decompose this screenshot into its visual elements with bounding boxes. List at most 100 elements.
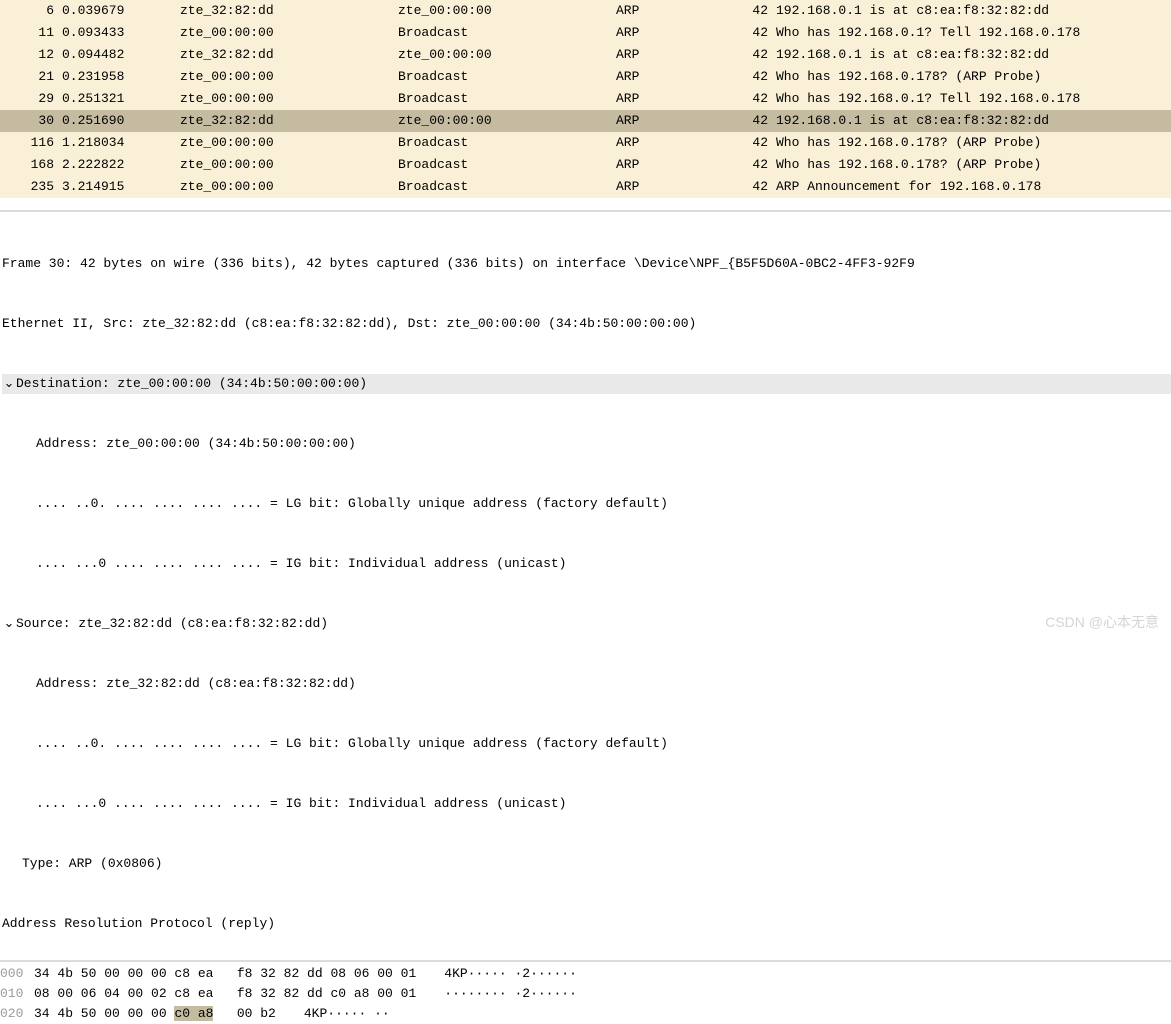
packet-cell-info: 192.168.0.1 is at c8:ea:f8:32:82:dd (772, 44, 1171, 66)
eth-type[interactable]: Type: ARP (0x0806) (2, 854, 1171, 874)
eth-source-lg-bit[interactable]: .... ..0. .... .... .... .... = LG bit: … (2, 734, 1171, 754)
packet-cell-protocol: ARP (612, 88, 720, 110)
packet-cell-protocol: ARP (612, 176, 720, 198)
packet-cell-no: 235 (0, 176, 58, 198)
packet-cell-time: 2.222822 (58, 154, 176, 176)
packet-row[interactable]: 120.094482zte_32:82:ddzte_00:00:00ARP421… (0, 44, 1171, 66)
packet-cell-destination: Broadcast (394, 88, 612, 110)
packet-cell-no: 168 (0, 154, 58, 176)
packet-cell-info: ARP Announcement for 192.168.0.178 (772, 176, 1171, 198)
caret-down-icon[interactable]: ⌄ (2, 374, 16, 394)
packet-cell-source: zte_00:00:00 (176, 132, 394, 154)
packet-row[interactable]: 110.093433zte_00:00:00BroadcastARP42Who … (0, 22, 1171, 44)
packet-cell-length: 42 (720, 88, 772, 110)
packet-cell-destination: zte_00:00:00 (394, 0, 612, 22)
packet-cell-time: 0.094482 (58, 44, 176, 66)
packet-cell-length: 42 (720, 176, 772, 198)
packet-details-pane[interactable]: Frame 30: 42 bytes on wire (336 bits), 4… (0, 214, 1171, 954)
packet-cell-time: 0.251690 (58, 110, 176, 132)
packet-cell-time: 0.093433 (58, 22, 176, 44)
packet-cell-source: zte_00:00:00 (176, 154, 394, 176)
packet-cell-time: 1.218034 (58, 132, 176, 154)
frame-summary[interactable]: Frame 30: 42 bytes on wire (336 bits), 4… (2, 254, 1171, 274)
packet-cell-info: Who has 192.168.0.178? (ARP Probe) (772, 154, 1171, 176)
packet-cell-protocol: ARP (612, 0, 720, 22)
packet-cell-info: Who has 192.168.0.1? Tell 192.168.0.178 (772, 88, 1171, 110)
packet-cell-destination: zte_00:00:00 (394, 44, 612, 66)
hex-bytes[interactable]: 34 4b 50 00 00 00 c0 a8 00 b2 (34, 1004, 276, 1024)
packet-cell-source: zte_00:00:00 (176, 88, 394, 110)
packet-cell-protocol: ARP (612, 132, 720, 154)
hex-offset: 020 (0, 1004, 34, 1024)
packet-cell-length: 42 (720, 110, 772, 132)
packet-cell-info: 192.168.0.1 is at c8:ea:f8:32:82:dd (772, 0, 1171, 22)
hex-row[interactable]: 00034 4b 50 00 00 00 c8 ea f8 32 82 dd 0… (0, 964, 1171, 984)
packet-cell-info: 192.168.0.1 is at c8:ea:f8:32:82:dd (772, 110, 1171, 132)
packet-cell-source: zte_32:82:dd (176, 44, 394, 66)
eth-destination-header[interactable]: ⌄Destination: zte_00:00:00 (34:4b:50:00:… (2, 374, 1171, 394)
eth-destination-ig-bit[interactable]: .... ...0 .... .... .... .... = IG bit: … (2, 554, 1171, 574)
packet-cell-info: Who has 192.168.0.178? (ARP Probe) (772, 66, 1171, 88)
eth-source-address[interactable]: Address: zte_32:82:dd (c8:ea:f8:32:82:dd… (2, 674, 1171, 694)
hex-ascii: 4KP····· ·2······ (444, 964, 577, 984)
packet-cell-source: zte_00:00:00 (176, 66, 394, 88)
packet-cell-length: 42 (720, 154, 772, 176)
packet-cell-destination: Broadcast (394, 176, 612, 198)
packet-cell-destination: zte_00:00:00 (394, 110, 612, 132)
packet-cell-source: zte_32:82:dd (176, 0, 394, 22)
packet-cell-no: 12 (0, 44, 58, 66)
packet-cell-destination: Broadcast (394, 22, 612, 44)
hex-row[interactable]: 02034 4b 50 00 00 00 c0 a8 00 b2 4KP·····… (0, 1004, 1171, 1024)
packet-cell-length: 42 (720, 0, 772, 22)
packet-row[interactable]: 2353.214915zte_00:00:00BroadcastARP42ARP… (0, 176, 1171, 198)
packet-cell-no: 11 (0, 22, 58, 44)
pane-separator-1[interactable] (0, 210, 1171, 212)
hex-dump-pane[interactable]: 00034 4b 50 00 00 00 c8 ea f8 32 82 dd 0… (0, 960, 1171, 1024)
packet-cell-protocol: ARP (612, 110, 720, 132)
arp-summary[interactable]: Address Resolution Protocol (reply) (2, 914, 1171, 934)
packet-cell-source: zte_00:00:00 (176, 176, 394, 198)
packet-cell-length: 42 (720, 66, 772, 88)
packet-row[interactable]: 60.039679zte_32:82:ddzte_00:00:00ARP4219… (0, 0, 1171, 22)
eth-source-ig-bit[interactable]: .... ...0 .... .... .... .... = IG bit: … (2, 794, 1171, 814)
hex-ascii: ········ ·2······ (444, 984, 577, 1004)
eth-destination-address[interactable]: Address: zte_00:00:00 (34:4b:50:00:00:00… (2, 434, 1171, 454)
caret-down-icon[interactable]: ⌄ (2, 614, 16, 634)
packet-cell-protocol: ARP (612, 44, 720, 66)
packet-cell-info: Who has 192.168.0.1? Tell 192.168.0.178 (772, 22, 1171, 44)
packet-cell-length: 42 (720, 44, 772, 66)
packet-cell-time: 0.251321 (58, 88, 176, 110)
packet-row[interactable]: 300.251690zte_32:82:ddzte_00:00:00ARP421… (0, 110, 1171, 132)
packet-cell-no: 30 (0, 110, 58, 132)
hex-bytes[interactable]: 34 4b 50 00 00 00 c8 ea f8 32 82 dd 08 0… (34, 964, 416, 984)
packet-cell-protocol: ARP (612, 154, 720, 176)
packet-cell-source: zte_32:82:dd (176, 110, 394, 132)
packet-cell-source: zte_00:00:00 (176, 22, 394, 44)
hex-offset: 000 (0, 964, 34, 984)
hex-ascii: 4KP····· ·· (304, 1004, 390, 1024)
packet-cell-time: 0.231958 (58, 66, 176, 88)
packet-cell-no: 6 (0, 0, 58, 22)
packet-row[interactable]: 290.251321zte_00:00:00BroadcastARP42Who … (0, 88, 1171, 110)
packet-cell-no: 116 (0, 132, 58, 154)
packet-cell-destination: Broadcast (394, 66, 612, 88)
packet-cell-destination: Broadcast (394, 154, 612, 176)
packet-cell-info: Who has 192.168.0.178? (ARP Probe) (772, 132, 1171, 154)
hex-bytes[interactable]: 08 00 06 04 00 02 c8 ea f8 32 82 dd c0 a… (34, 984, 416, 1004)
packet-list[interactable]: 60.039679zte_32:82:ddzte_00:00:00ARP4219… (0, 0, 1171, 198)
packet-cell-time: 0.039679 (58, 0, 176, 22)
eth-destination-lg-bit[interactable]: .... ..0. .... .... .... .... = LG bit: … (2, 494, 1171, 514)
packet-cell-no: 29 (0, 88, 58, 110)
packet-row[interactable]: 210.231958zte_00:00:00BroadcastARP42Who … (0, 66, 1171, 88)
ethernet-summary[interactable]: Ethernet II, Src: zte_32:82:dd (c8:ea:f8… (2, 314, 1171, 334)
eth-source-header[interactable]: ⌄Source: zte_32:82:dd (c8:ea:f8:32:82:dd… (2, 614, 1171, 634)
packet-cell-no: 21 (0, 66, 58, 88)
packet-cell-protocol: ARP (612, 66, 720, 88)
packet-cell-time: 3.214915 (58, 176, 176, 198)
hex-row[interactable]: 01008 00 06 04 00 02 c8 ea f8 32 82 dd c… (0, 984, 1171, 1004)
packet-cell-protocol: ARP (612, 22, 720, 44)
packet-cell-destination: Broadcast (394, 132, 612, 154)
packet-row[interactable]: 1161.218034zte_00:00:00BroadcastARP42Who… (0, 132, 1171, 154)
packet-cell-length: 42 (720, 132, 772, 154)
packet-row[interactable]: 1682.222822zte_00:00:00BroadcastARP42Who… (0, 154, 1171, 176)
